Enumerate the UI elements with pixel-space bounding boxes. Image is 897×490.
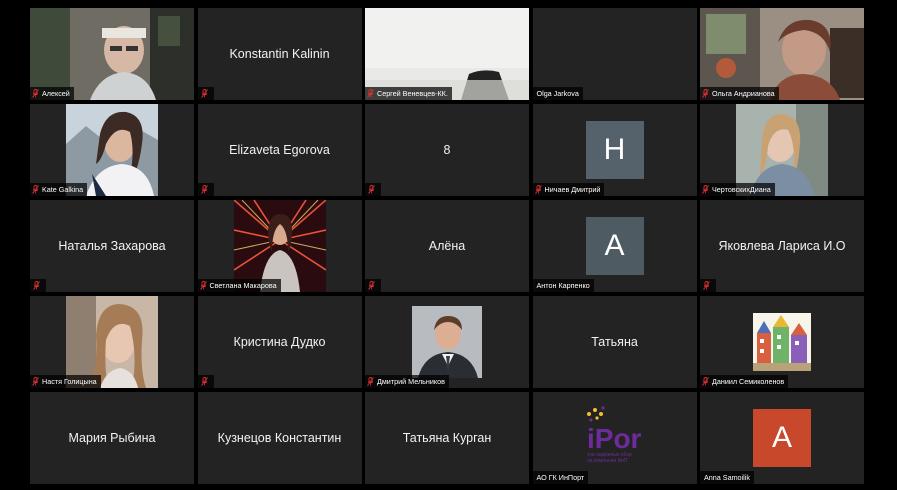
participant-display-name: Elizaveta Egorova — [229, 143, 330, 157]
participant-name-tag: Даниил Семиколенов — [700, 375, 789, 388]
inport-logo: iPor тов надежных сбор па компании ИнП — [583, 404, 647, 468]
participant-tile-dudko[interactable]: Кристина Дудко — [197, 296, 362, 388]
avatar: A — [585, 217, 644, 275]
participant-name: Ольга Андрианова — [712, 89, 775, 98]
mic-muted-icon — [32, 377, 39, 386]
participant-name: Настя Голицына — [42, 377, 97, 386]
participant-tile-melnikov[interactable]: Дмитрий Мельников — [365, 296, 529, 388]
avatar: A — [753, 409, 811, 467]
mic-muted-icon — [367, 377, 374, 386]
participant-tile-semikolenov[interactable]: Даниил Семиколенов — [700, 296, 864, 388]
participant-name-tag: АО ГК ИнПорт — [532, 471, 589, 484]
mic-muted-icon — [32, 185, 39, 194]
participant-name-tag — [197, 183, 214, 196]
participant-display-name: Кузнецов Константин — [217, 431, 342, 445]
mic-muted-icon — [702, 377, 709, 386]
participant-name-tag — [197, 375, 214, 388]
logo-text: iPor — [587, 423, 642, 454]
mic-muted-icon — [702, 185, 709, 194]
participant-tile-alena[interactable]: Алёна — [365, 200, 529, 292]
participant-video — [753, 313, 811, 371]
participant-display-name: Мария Рыбина — [68, 431, 156, 445]
participant-tile-yakovleva[interactable]: Яковлева Лариса И.О — [700, 200, 864, 292]
mic-muted-icon — [368, 281, 375, 290]
participant-name-tag: Антон Карпенко — [532, 279, 594, 292]
participant-display-name: Наталья Захарова — [58, 239, 166, 253]
participant-display-name: Кристина Дудко — [233, 335, 326, 349]
participant-tile-nichaev[interactable]: H Ничаев Дмитрий — [532, 104, 697, 196]
participant-name: Сергей Веневцев-КК. — [377, 89, 448, 98]
participant-name: Светлана Макарова — [209, 281, 277, 290]
participant-tile-makarova[interactable]: Светлана Макарова — [197, 200, 362, 292]
participant-name: Anna Samoilik — [704, 473, 750, 482]
mic-muted-icon — [199, 281, 207, 290]
participant-name-tag: Kate Galkina — [30, 183, 88, 196]
participant-tile-galkina[interactable]: Kate Galkina — [30, 104, 194, 196]
participant-name-tag: Ольга Андрианова — [700, 87, 779, 100]
participant-name-tag: Светлана Макарова — [197, 279, 281, 292]
participant-tile-aleksey[interactable]: Алексей — [30, 8, 194, 100]
participant-tile-8[interactable]: 8 — [365, 104, 529, 196]
participant-name: ЧертовскихДиана — [712, 185, 771, 194]
participant-name: Olga Jarkova — [536, 89, 579, 98]
participant-name: Алексей — [42, 89, 70, 98]
participant-name: Дмитрий Мельников — [377, 377, 445, 386]
participant-display-name: Татьяна Курган — [402, 431, 492, 445]
gallery-grid: Алексей Konstantin Kalinin Сергей Веневц… — [30, 8, 864, 484]
participant-display-name: 8 — [443, 143, 451, 157]
participant-name-tag: Дмитрий Мельников — [365, 375, 449, 388]
participant-display-name: Татьяна — [591, 335, 638, 349]
participant-tile-inport[interactable]: iPor тов надежных сбор па компании ИнП А… — [532, 392, 697, 484]
participant-tile-rybina[interactable]: Мария Рыбина — [30, 392, 194, 484]
mic-muted-icon — [33, 281, 40, 290]
mic-muted-icon — [32, 89, 39, 98]
participant-name: Антон Карпенко — [536, 281, 590, 290]
participant-name-tag: Olga Jarkova — [532, 87, 583, 100]
logo-subtitle-2: па компании ИнП — [587, 458, 628, 464]
participant-tile-zakharova[interactable]: Наталья Захарова — [30, 200, 194, 292]
participant-tile-andrianova[interactable]: Ольга Андрианова — [700, 8, 864, 100]
participant-tile-golitsyna[interactable]: Настя Голицына — [30, 296, 194, 388]
participant-tile-karpenko[interactable]: A Антон Карпенко — [532, 200, 697, 292]
participant-name-tag: Ничаев Дмитрий — [532, 183, 605, 196]
participant-display-name: Konstantin Kalinin — [229, 47, 330, 61]
participant-name-tag: Алексей — [30, 87, 74, 100]
participant-tile-jarkova[interactable]: Olga Jarkova — [532, 8, 697, 100]
participant-name-tag: Anna Samoilik — [700, 471, 754, 484]
mic-muted-icon — [200, 89, 208, 98]
mic-muted-icon — [200, 377, 208, 386]
participant-name-tag — [197, 87, 214, 100]
participant-name: Ничаев Дмитрий — [544, 185, 601, 194]
participant-tile-kurgan[interactable]: Татьяна Курган — [365, 392, 529, 484]
participant-name-tag — [30, 279, 46, 292]
mic-muted-icon — [534, 185, 542, 194]
participant-name: Даниил Семиколенов — [712, 377, 785, 386]
participant-tile-chertovskikh[interactable]: ЧертовскихДиана — [700, 104, 864, 196]
participant-name: АО ГК ИнПорт — [536, 473, 585, 482]
participant-name: Kate Galkina — [42, 185, 84, 194]
participant-tile-kuznetsov[interactable]: Кузнецов Константин — [197, 392, 362, 484]
participant-display-name: Яковлева Лариса И.О — [718, 239, 846, 253]
participant-video — [412, 306, 482, 378]
participant-name-tag — [700, 279, 716, 292]
mic-muted-icon — [367, 89, 374, 98]
participant-name-tag: Сергей Веневцев-КК. — [365, 87, 452, 100]
mic-muted-icon — [368, 185, 375, 194]
participant-name-tag: Настя Голицына — [30, 375, 101, 388]
participant-name-tag: ЧертовскихДиана — [700, 183, 775, 196]
participant-tile-samoilik[interactable]: A Anna Samoilik — [700, 392, 864, 484]
mic-muted-icon — [200, 185, 208, 194]
avatar: H — [585, 121, 644, 179]
participant-display-name: Алёна — [428, 239, 466, 253]
mic-muted-icon — [702, 89, 709, 98]
participant-tile-kalinin[interactable]: Konstantin Kalinin — [197, 8, 362, 100]
participant-tile-venevtsev[interactable]: Сергей Веневцев-КК. — [365, 8, 529, 100]
participant-tile-tatyana[interactable]: Татьяна — [532, 296, 697, 388]
participant-name-tag — [365, 183, 381, 196]
participant-name-tag — [365, 279, 381, 292]
participant-tile-egorova[interactable]: Elizaveta Egorova — [197, 104, 362, 196]
mic-muted-icon — [703, 281, 710, 290]
